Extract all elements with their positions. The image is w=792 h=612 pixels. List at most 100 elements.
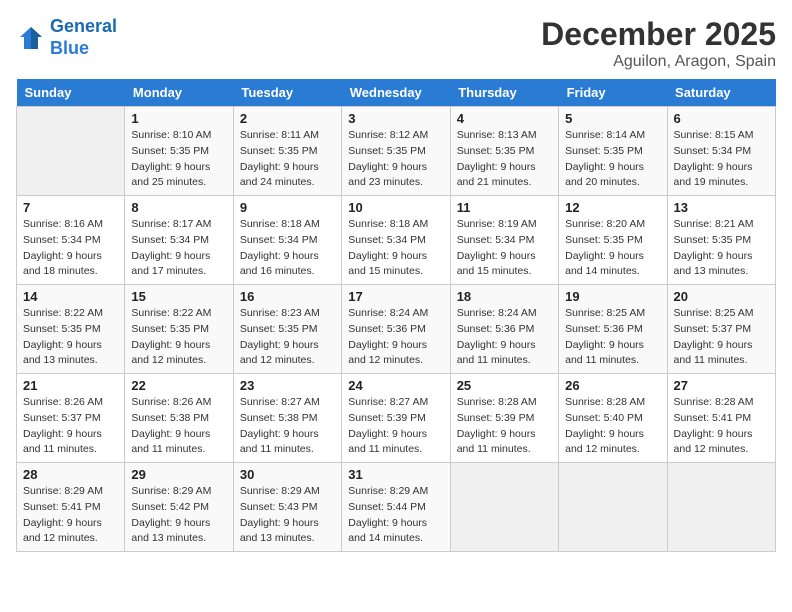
day-info: Sunrise: 8:27 AM Sunset: 5:39 PM Dayligh… xyxy=(348,395,443,458)
logo-icon xyxy=(16,23,46,53)
calendar-cell: 2 Sunrise: 8:11 AM Sunset: 5:35 PM Daylig… xyxy=(233,107,341,196)
calendar-cell: 29 Sunrise: 8:29 AM Sunset: 5:42 PM Dayli… xyxy=(125,463,233,552)
weekday-header-saturday: Saturday xyxy=(667,79,775,107)
day-info: Sunrise: 8:17 AM Sunset: 5:34 PM Dayligh… xyxy=(131,217,226,280)
day-info: Sunrise: 8:15 AM Sunset: 5:34 PM Dayligh… xyxy=(674,128,769,191)
page-header: General Blue December 2025 Aguilon, Arag… xyxy=(16,16,776,71)
calendar-cell: 20 Sunrise: 8:25 AM Sunset: 5:37 PM Dayli… xyxy=(667,285,775,374)
day-number: 6 xyxy=(674,111,769,126)
weekday-header-thursday: Thursday xyxy=(450,79,558,107)
day-info: Sunrise: 8:16 AM Sunset: 5:34 PM Dayligh… xyxy=(23,217,118,280)
calendar-cell: 17 Sunrise: 8:24 AM Sunset: 5:36 PM Dayli… xyxy=(342,285,450,374)
day-number: 27 xyxy=(674,378,769,393)
day-info: Sunrise: 8:10 AM Sunset: 5:35 PM Dayligh… xyxy=(131,128,226,191)
day-number: 4 xyxy=(457,111,552,126)
calendar-cell: 11 Sunrise: 8:19 AM Sunset: 5:34 PM Dayli… xyxy=(450,196,558,285)
logo-line1: General xyxy=(50,16,117,36)
calendar-week-2: 7Sunrise: 8:16 AM Sunset: 5:34 PM Daylig… xyxy=(17,196,776,285)
calendar-cell: 18 Sunrise: 8:24 AM Sunset: 5:36 PM Dayli… xyxy=(450,285,558,374)
day-info: Sunrise: 8:26 AM Sunset: 5:37 PM Dayligh… xyxy=(23,395,118,458)
day-info: Sunrise: 8:29 AM Sunset: 5:41 PM Dayligh… xyxy=(23,484,118,547)
day-number: 8 xyxy=(131,200,226,215)
day-info: Sunrise: 8:14 AM Sunset: 5:35 PM Dayligh… xyxy=(565,128,660,191)
weekday-header-sunday: Sunday xyxy=(17,79,125,107)
calendar-cell: 6 Sunrise: 8:15 AM Sunset: 5:34 PM Daylig… xyxy=(667,107,775,196)
day-info: Sunrise: 8:29 AM Sunset: 5:44 PM Dayligh… xyxy=(348,484,443,547)
weekday-header-wednesday: Wednesday xyxy=(342,79,450,107)
logo-line2: Blue xyxy=(50,38,89,58)
calendar-week-4: 21 Sunrise: 8:26 AM Sunset: 5:37 PM Dayli… xyxy=(17,374,776,463)
day-number: 22 xyxy=(131,378,226,393)
day-info: Sunrise: 8:29 AM Sunset: 5:42 PM Dayligh… xyxy=(131,484,226,547)
day-number: 3 xyxy=(348,111,443,126)
day-info: Sunrise: 8:22 AM Sunset: 5:35 PM Dayligh… xyxy=(131,306,226,369)
day-info: Sunrise: 8:24 AM Sunset: 5:36 PM Dayligh… xyxy=(457,306,552,369)
day-info: Sunrise: 8:27 AM Sunset: 5:38 PM Dayligh… xyxy=(240,395,335,458)
logo: General Blue xyxy=(16,16,117,59)
day-number: 16 xyxy=(240,289,335,304)
calendar-cell: 15 Sunrise: 8:22 AM Sunset: 5:35 PM Dayli… xyxy=(125,285,233,374)
day-info: Sunrise: 8:12 AM Sunset: 5:35 PM Dayligh… xyxy=(348,128,443,191)
calendar-week-1: 1 Sunrise: 8:10 AM Sunset: 5:35 PM Daylig… xyxy=(17,107,776,196)
calendar-table: SundayMondayTuesdayWednesdayThursdayFrid… xyxy=(16,79,776,552)
calendar-cell: 24 Sunrise: 8:27 AM Sunset: 5:39 PM Dayli… xyxy=(342,374,450,463)
title-block: December 2025 Aguilon, Aragon, Spain xyxy=(541,16,776,71)
day-number: 20 xyxy=(674,289,769,304)
calendar-cell: 1 Sunrise: 8:10 AM Sunset: 5:35 PM Daylig… xyxy=(125,107,233,196)
day-info: Sunrise: 8:28 AM Sunset: 5:40 PM Dayligh… xyxy=(565,395,660,458)
weekday-header-tuesday: Tuesday xyxy=(233,79,341,107)
day-number: 24 xyxy=(348,378,443,393)
day-number: 12 xyxy=(565,200,660,215)
day-number: 21 xyxy=(23,378,118,393)
calendar-cell: 12Sunrise: 8:20 AM Sunset: 5:35 PM Dayli… xyxy=(559,196,667,285)
day-number: 15 xyxy=(131,289,226,304)
day-info: Sunrise: 8:26 AM Sunset: 5:38 PM Dayligh… xyxy=(131,395,226,458)
calendar-cell: 22 Sunrise: 8:26 AM Sunset: 5:38 PM Dayli… xyxy=(125,374,233,463)
calendar-cell: 4 Sunrise: 8:13 AM Sunset: 5:35 PM Daylig… xyxy=(450,107,558,196)
location-title: Aguilon, Aragon, Spain xyxy=(541,53,776,71)
day-info: Sunrise: 8:19 AM Sunset: 5:34 PM Dayligh… xyxy=(457,217,552,280)
calendar-body: 1 Sunrise: 8:10 AM Sunset: 5:35 PM Daylig… xyxy=(17,107,776,552)
day-info: Sunrise: 8:28 AM Sunset: 5:39 PM Dayligh… xyxy=(457,395,552,458)
day-info: Sunrise: 8:22 AM Sunset: 5:35 PM Dayligh… xyxy=(23,306,118,369)
day-info: Sunrise: 8:24 AM Sunset: 5:36 PM Dayligh… xyxy=(348,306,443,369)
calendar-cell: 23Sunrise: 8:27 AM Sunset: 5:38 PM Dayli… xyxy=(233,374,341,463)
day-number: 1 xyxy=(131,111,226,126)
day-info: Sunrise: 8:18 AM Sunset: 5:34 PM Dayligh… xyxy=(240,217,335,280)
day-number: 14 xyxy=(23,289,118,304)
day-number: 26 xyxy=(565,378,660,393)
calendar-cell: 16 Sunrise: 8:23 AM Sunset: 5:35 PM Dayli… xyxy=(233,285,341,374)
calendar-cell: 3 Sunrise: 8:12 AM Sunset: 5:35 PM Daylig… xyxy=(342,107,450,196)
day-number: 29 xyxy=(131,467,226,482)
day-info: Sunrise: 8:23 AM Sunset: 5:35 PM Dayligh… xyxy=(240,306,335,369)
weekday-header-friday: Friday xyxy=(559,79,667,107)
day-info: Sunrise: 8:11 AM Sunset: 5:35 PM Dayligh… xyxy=(240,128,335,191)
calendar-week-5: 28 Sunrise: 8:29 AM Sunset: 5:41 PM Dayli… xyxy=(17,463,776,552)
calendar-cell: 8 Sunrise: 8:17 AM Sunset: 5:34 PM Daylig… xyxy=(125,196,233,285)
calendar-cell: 27 Sunrise: 8:28 AM Sunset: 5:41 PM Dayli… xyxy=(667,374,775,463)
day-info: Sunrise: 8:29 AM Sunset: 5:43 PM Dayligh… xyxy=(240,484,335,547)
calendar-cell xyxy=(17,107,125,196)
calendar-cell: 10Sunrise: 8:18 AM Sunset: 5:34 PM Dayli… xyxy=(342,196,450,285)
day-number: 13 xyxy=(674,200,769,215)
day-number: 25 xyxy=(457,378,552,393)
day-number: 28 xyxy=(23,467,118,482)
weekday-header-monday: Monday xyxy=(125,79,233,107)
day-number: 17 xyxy=(348,289,443,304)
day-info: Sunrise: 8:21 AM Sunset: 5:35 PM Dayligh… xyxy=(674,217,769,280)
day-info: Sunrise: 8:28 AM Sunset: 5:41 PM Dayligh… xyxy=(674,395,769,458)
day-info: Sunrise: 8:13 AM Sunset: 5:35 PM Dayligh… xyxy=(457,128,552,191)
calendar-cell: 19Sunrise: 8:25 AM Sunset: 5:36 PM Dayli… xyxy=(559,285,667,374)
day-number: 2 xyxy=(240,111,335,126)
day-number: 5 xyxy=(565,111,660,126)
calendar-cell: 31Sunrise: 8:29 AM Sunset: 5:44 PM Dayli… xyxy=(342,463,450,552)
month-title: December 2025 xyxy=(541,16,776,53)
calendar-cell xyxy=(667,463,775,552)
day-number: 9 xyxy=(240,200,335,215)
day-number: 18 xyxy=(457,289,552,304)
calendar-cell: 9 Sunrise: 8:18 AM Sunset: 5:34 PM Daylig… xyxy=(233,196,341,285)
calendar-cell xyxy=(450,463,558,552)
day-number: 11 xyxy=(457,200,552,215)
day-info: Sunrise: 8:25 AM Sunset: 5:37 PM Dayligh… xyxy=(674,306,769,369)
calendar-cell: 28 Sunrise: 8:29 AM Sunset: 5:41 PM Dayli… xyxy=(17,463,125,552)
